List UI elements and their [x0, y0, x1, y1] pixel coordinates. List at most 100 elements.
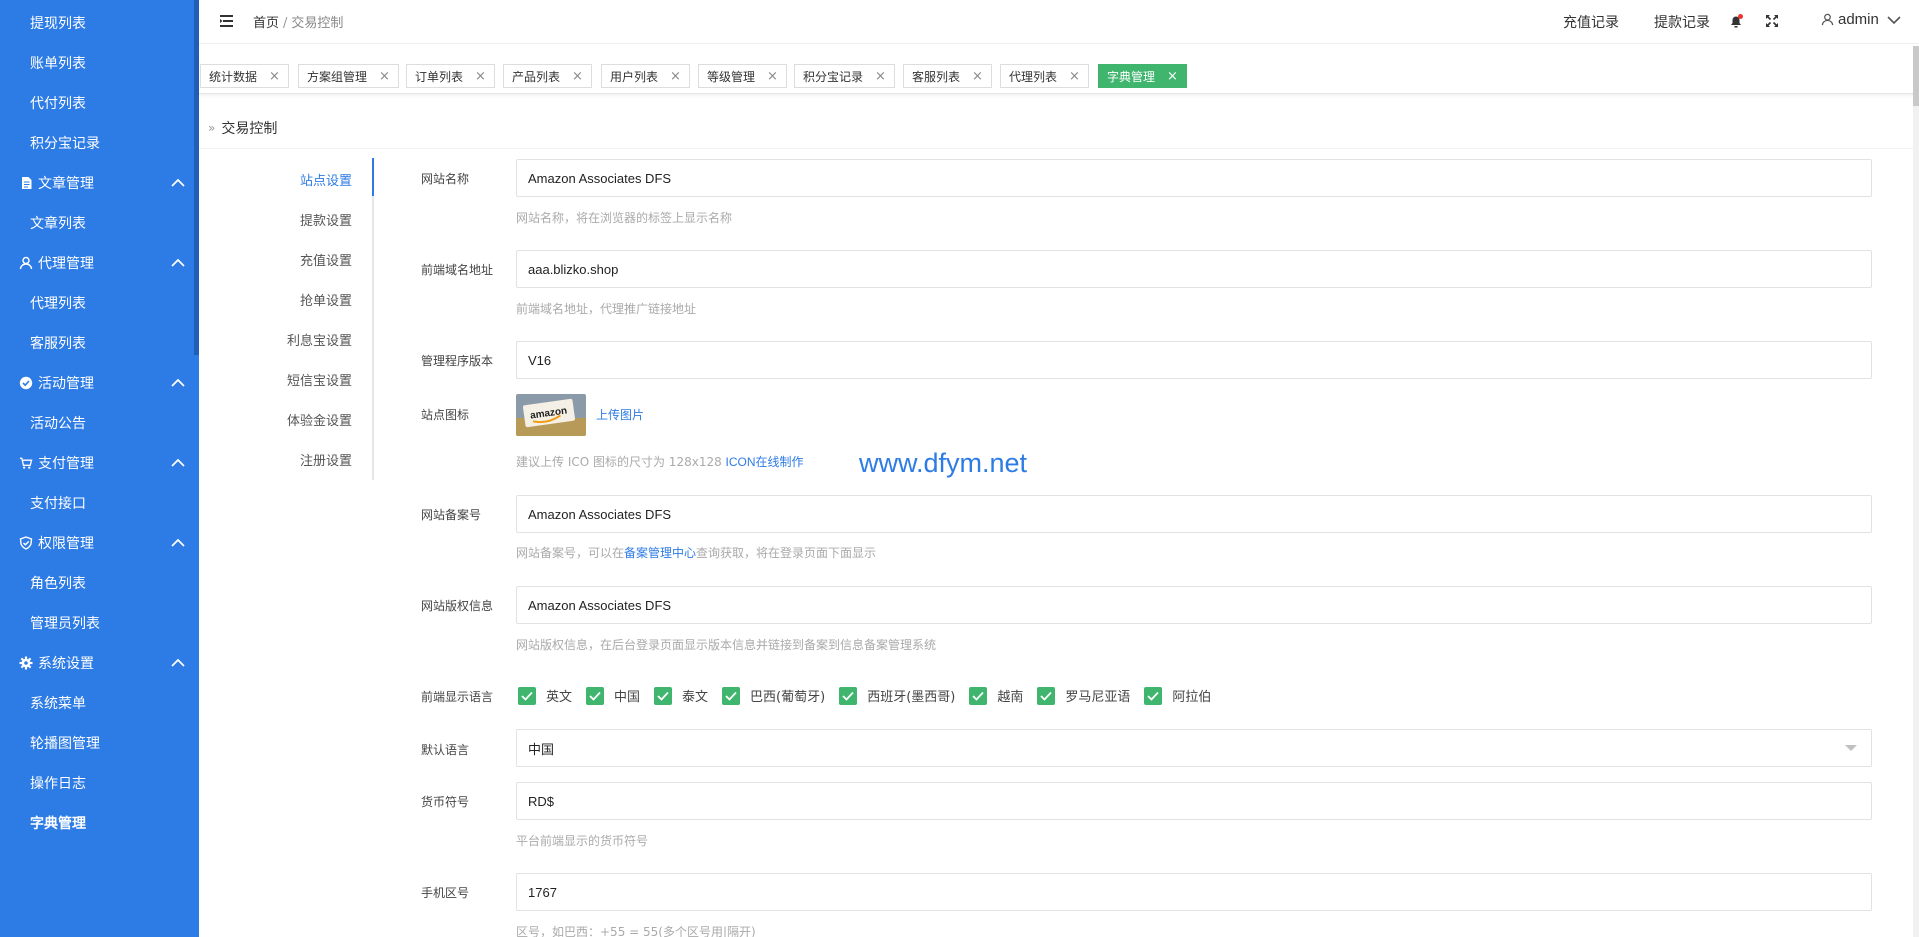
checkbox-checked-icon[interactable] [518, 686, 536, 705]
sidebar-group[interactable]: 系统设置 [0, 643, 199, 683]
sidebar-item[interactable]: 账单列表 [0, 43, 199, 83]
checkbox-checked-icon[interactable] [654, 686, 673, 705]
sidebar-item[interactable]: 角色列表 [0, 563, 199, 603]
sidebar-item[interactable]: 提现列表 [0, 3, 199, 43]
user-menu[interactable]: admin [1821, 11, 1901, 28]
settings-nav-item[interactable]: 提款设置 [300, 210, 352, 229]
fullscreen-icon[interactable] [1764, 13, 1780, 29]
close-icon[interactable]: × [1069, 69, 1080, 84]
tab[interactable]: 客服列表 × [903, 64, 992, 88]
checkbox-checked-icon[interactable] [722, 686, 741, 705]
tab[interactable]: 等级管理 × [698, 64, 787, 88]
sidebar-item[interactable]: 管理员列表 [0, 603, 199, 643]
sidebar-item-label: 账单列表 [30, 56, 86, 72]
menu-toggle-icon[interactable] [219, 13, 235, 29]
site-copyright-label: 网站版权信息 [421, 599, 494, 613]
sidebar-item[interactable]: 系统菜单 [0, 683, 199, 723]
close-icon[interactable]: × [1167, 69, 1178, 84]
sidebar-item[interactable]: 客服列表 [0, 323, 199, 363]
language-checkbox[interactable]: 英文 [518, 686, 572, 705]
sidebar-group[interactable]: 权限管理 [0, 523, 199, 563]
record-center-link[interactable]: 备案管理中心 [624, 546, 696, 560]
settings-nav-item[interactable]: 注册设置 [300, 450, 352, 469]
tab[interactable]: 积分宝记录 × [794, 64, 895, 88]
sidebar-group[interactable]: 代理管理 [0, 243, 199, 283]
close-icon[interactable]: × [269, 69, 280, 84]
language-checkbox[interactable]: 巴西(葡萄牙) [722, 686, 825, 705]
checkbox-checked-icon[interactable] [839, 686, 858, 705]
site-icon-hint-text: 建议上传 ICO 图标的尺寸为 128x128 [516, 455, 722, 469]
breadcrumb-home[interactable]: 首页 [253, 16, 279, 31]
close-icon[interactable]: × [379, 69, 390, 84]
tab-label: 方案组管理 [307, 69, 368, 84]
checkbox-checked-icon[interactable] [586, 686, 605, 705]
tab[interactable]: 订单列表 × [406, 64, 495, 88]
settings-nav-item[interactable]: 抢单设置 [300, 290, 352, 309]
page-scrollbar[interactable] [1913, 46, 1919, 937]
sidebar-item-label: 代付列表 [30, 96, 86, 112]
close-icon[interactable]: × [972, 69, 983, 84]
sidebar-item[interactable]: 轮播图管理 [0, 723, 199, 763]
close-icon[interactable]: × [670, 69, 681, 84]
language-checkbox[interactable]: 罗马尼亚语 [1037, 686, 1130, 705]
close-icon[interactable]: × [475, 69, 486, 84]
frontend-domain-label: 前端域名地址 [421, 263, 494, 277]
site-copyright-input[interactable]: Amazon Associates DFS [516, 586, 1872, 624]
icon-online-maker-link[interactable]: ICON在线制作 [726, 455, 804, 469]
tab[interactable]: 字典管理 × [1098, 64, 1187, 88]
settings-nav-item[interactable]: 利息宝设置 [287, 330, 352, 349]
tab[interactable]: 方案组管理 × [298, 64, 399, 88]
site-name-input[interactable]: Amazon Associates DFS [516, 159, 1872, 197]
upload-image-link[interactable]: 上传图片 [596, 406, 644, 423]
language-checkbox[interactable]: 泰文 [654, 686, 708, 705]
close-icon[interactable]: × [875, 69, 886, 84]
sidebar-item[interactable]: 文章列表 [0, 203, 199, 243]
tab[interactable]: 代理列表 × [1000, 64, 1089, 88]
app-root: 提现列表 账单列表 代付列表 积分宝记录 文章管理 文章列表 代理管理 代理列表 客服列表 活动管… [0, 0, 1919, 937]
admin-version-input[interactable]: V16 [516, 341, 1872, 379]
site-record-hint-suffix: 查询获取，将在登录页面下面显示 [696, 546, 877, 560]
sidebar-item[interactable]: 字典管理 [0, 803, 199, 843]
page-scrollbar-thumb[interactable] [1913, 46, 1919, 106]
language-checkbox[interactable]: 越南 [969, 686, 1023, 705]
frontend-domain-input[interactable]: aaa.blizko.shop [516, 250, 1872, 288]
language-checkbox[interactable]: 西班牙(墨西哥) [839, 686, 955, 705]
sidebar-group[interactable]: 活动管理 [0, 363, 199, 403]
checkbox-checked-icon[interactable] [1144, 686, 1163, 705]
sidebar-item-label: 系统菜单 [30, 696, 86, 712]
currency-input[interactable]: RD$ [516, 782, 1872, 820]
frontend-domain-hint: 前端域名地址，代理推广链接地址 [516, 302, 697, 316]
settings-nav-item[interactable]: 短信宝设置 [287, 370, 352, 389]
checkbox-checked-icon[interactable] [1037, 686, 1056, 705]
sidebar-item[interactable]: 操作日志 [0, 763, 199, 803]
sidebar-item[interactable]: 活动公告 [0, 403, 199, 443]
sidebar-item[interactable]: 支付接口 [0, 483, 199, 523]
sidebar-item[interactable]: 代付列表 [0, 83, 199, 123]
tab[interactable]: 产品列表 × [503, 64, 592, 88]
site-record-input[interactable]: Amazon Associates DFS [516, 495, 1872, 533]
withdraw-records-link[interactable]: 提款记录 [1654, 12, 1710, 32]
sidebar-item-label: 轮播图管理 [30, 736, 100, 752]
language-checkbox[interactable]: 阿拉伯 [1144, 686, 1211, 705]
settings-nav-item[interactable]: 体验金设置 [287, 410, 352, 429]
close-icon[interactable]: × [767, 69, 778, 84]
recharge-records-link[interactable]: 充值记录 [1563, 12, 1619, 32]
settings-nav-item[interactable]: 站点设置 [300, 170, 352, 189]
tab[interactable]: 用户列表 × [601, 64, 690, 88]
bell-icon[interactable] [1728, 13, 1744, 29]
language-checkbox[interactable]: 中国 [586, 686, 640, 705]
language-checkbox-label: 泰文 [682, 690, 709, 705]
tab-label: 等级管理 [707, 69, 756, 84]
phone-code-hint: 区号，如巴西：+55 = 55(多个区号用|隔开) [516, 925, 756, 937]
settings-nav-item[interactable]: 充值设置 [300, 250, 352, 269]
sidebar-group[interactable]: 文章管理 [0, 163, 199, 203]
sidebar-item[interactable]: 积分宝记录 [0, 123, 199, 163]
default-language-select[interactable]: 中国 [516, 729, 1872, 767]
checkbox-checked-icon[interactable] [969, 686, 988, 705]
phone-code-input[interactable]: 1767 [516, 873, 1872, 911]
sidebar-item[interactable]: 代理列表 [0, 283, 199, 323]
tab-label: 客服列表 [912, 69, 961, 84]
tab[interactable]: 统计数据 × [200, 64, 289, 88]
sidebar-group[interactable]: 支付管理 [0, 443, 199, 483]
close-icon[interactable]: × [572, 69, 583, 84]
